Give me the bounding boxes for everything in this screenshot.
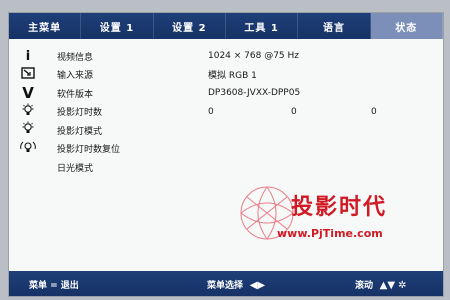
lamp-hours-value-3: 0 — [371, 106, 377, 117]
row-value: 1024 × 768 @75 Hz — [208, 51, 300, 62]
scroll-label: 滚动 — [355, 281, 374, 291]
row-label: 日光模式 — [57, 163, 94, 174]
row-label: 视频信息 — [57, 52, 94, 63]
lamp-icon — [19, 103, 37, 121]
menu-exit-hint: 菜单 = 退出 — [29, 281, 79, 291]
row-value: 模拟 RGB 1 — [208, 71, 257, 82]
tab-main-menu[interactable]: 主菜单 — [9, 13, 82, 39]
lamp-hours-value-1: 0 — [208, 106, 214, 117]
tab-settings-2[interactable]: 设置 2 — [154, 13, 226, 39]
row-input-source[interactable]: 输入来源 模拟 RGB 1 — [9, 66, 443, 85]
watermark-text: 投影时代 — [291, 195, 388, 220]
row-software-version[interactable]: V 软件版本 DP3608-JVXX-DPP05 — [9, 84, 443, 103]
tab-status[interactable]: 状态 — [370, 13, 443, 39]
status-list: i 视频信息 1024 × 768 @75 Hz 输入来源 模拟 RGB 1 V… — [9, 47, 443, 177]
osd-screen: 主菜单 设置 1 设置 2 工具 1 语言 状态 i 视频信息 1024 × 7… — [8, 12, 444, 297]
row-label: 输入来源 — [57, 71, 94, 82]
row-lamp-mode[interactable]: 投影灯模式 — [9, 121, 443, 140]
row-label: 投影灯模式 — [57, 126, 103, 137]
row-label: 软件版本 — [57, 89, 94, 100]
tab-tools-1[interactable]: 工具 1 — [226, 13, 299, 39]
version-v-icon: V — [22, 84, 34, 103]
row-lamp-hours-reset[interactable]: 投影灯时数复位 — [9, 140, 443, 159]
row-label: 投影灯时数 — [57, 108, 103, 119]
osd-status-bar: 菜单 = 退出 菜单选择 ◀▶ 滚动 ▲▼ ✲ — [9, 271, 443, 296]
left-right-arrows-icon: ◀▶ — [246, 280, 266, 291]
lamp-icon — [19, 121, 37, 139]
info-icon: i — [25, 48, 31, 64]
input-source-icon — [19, 67, 37, 83]
row-value: DP3608-JVXX-DPP05 — [208, 88, 301, 99]
row-lamp-hours[interactable]: 投影灯时数 0 0 0 — [9, 103, 443, 122]
row-video-info[interactable]: i 视频信息 1024 × 768 @75 Hz — [9, 47, 443, 66]
osd-menu-bar: 主菜单 设置 1 设置 2 工具 1 语言 状态 — [9, 13, 443, 39]
lamp-icon: ✲ — [398, 280, 407, 291]
row-label: 投影灯时数复位 — [57, 145, 121, 156]
lamp-hours-value-2: 0 — [291, 106, 297, 117]
watermark-url: www.PjTime.com — [277, 227, 383, 240]
watermark-logo: 投影时代 www.PjTime.com — [237, 181, 437, 251]
scroll-hint: 滚动 ▲▼ ✲ — [355, 278, 407, 291]
up-down-arrows-icon: ▲▼ — [376, 280, 396, 291]
menu-select-hint: 菜单选择 ◀▶ — [207, 278, 265, 291]
tab-settings-1[interactable]: 设置 1 — [81, 13, 154, 39]
row-daylight-mode[interactable]: 日光模式 — [9, 158, 443, 177]
lamp-reset-icon — [19, 140, 37, 158]
menu-select-label: 菜单选择 — [207, 281, 244, 291]
tab-language[interactable]: 语言 — [298, 13, 371, 39]
